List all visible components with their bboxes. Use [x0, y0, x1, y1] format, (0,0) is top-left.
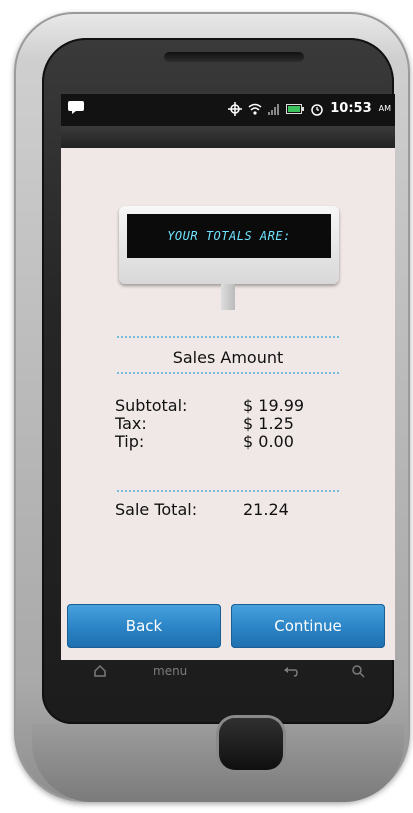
back-button[interactable]: Back	[67, 604, 221, 648]
row-tip: Tip: $ 0.00	[115, 433, 304, 451]
amount-rows: Subtotal: $ 19.99 Tax: $ 1.25 Tip: $ 0.0…	[115, 397, 304, 451]
status-icons: 10:53 AM	[228, 101, 391, 116]
tip-label: Tip:	[115, 432, 145, 451]
search-icon[interactable]	[351, 664, 365, 678]
sign-panel: YOUR TOTALS ARE:	[127, 214, 331, 258]
subtotal-value: $ 19.99	[243, 396, 305, 415]
sign-text: YOUR TOTALS ARE:	[167, 229, 291, 243]
sign-pole	[221, 284, 235, 310]
tax-value: $ 1.25	[243, 414, 294, 433]
divider-top	[117, 336, 339, 338]
status-bar: 10:53 AM	[61, 94, 395, 126]
tip-value: $ 0.00	[243, 432, 294, 451]
row-tax: Tax: $ 1.25	[115, 415, 304, 433]
hardware-home-button[interactable]	[219, 718, 283, 770]
status-ampm: AM	[378, 104, 391, 113]
divider-total	[117, 490, 339, 492]
subtotal-label: Subtotal:	[115, 396, 188, 415]
status-time: 10:53	[330, 101, 372, 116]
wifi-icon	[248, 103, 262, 115]
tax-label: Tax:	[115, 414, 147, 433]
hardware-nav-bar: menu	[61, 662, 395, 684]
back-icon[interactable]	[283, 664, 299, 678]
signal-icon	[268, 103, 280, 115]
app-title-bar	[61, 126, 395, 148]
earpiece-speaker	[164, 52, 304, 62]
divider-under-title	[117, 372, 339, 374]
app-screen: 10:53 AM YOUR TOTALS ARE: Sales Amount Su…	[61, 94, 395, 660]
sale-total-row: Sale Total: 21.24	[115, 500, 289, 519]
battery-icon	[286, 103, 305, 114]
phone-bottom-bezel	[32, 724, 404, 802]
alarm-icon	[311, 103, 323, 116]
gps-icon	[228, 101, 243, 116]
row-subtotal: Subtotal: $ 19.99	[115, 397, 304, 415]
sale-total-label: Sale Total:	[115, 500, 198, 519]
continue-button[interactable]: Continue	[231, 604, 385, 648]
section-title: Sales Amount	[172, 348, 284, 367]
notification-icon	[68, 101, 84, 114]
menu-key[interactable]: menu	[153, 664, 187, 678]
totals-display-sign: YOUR TOTALS ARE:	[119, 206, 339, 284]
sale-total-value: 21.24	[243, 500, 289, 519]
home-icon[interactable]	[93, 664, 107, 678]
